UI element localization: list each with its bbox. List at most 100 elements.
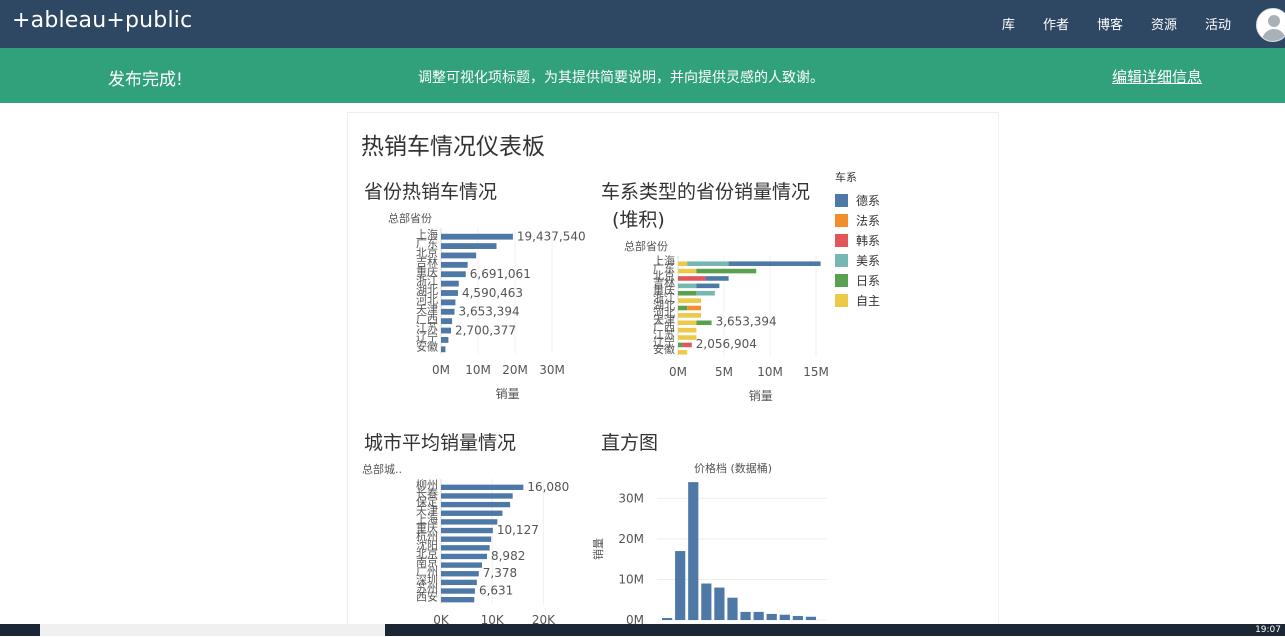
panel-title-city-avg: 城市平均销量情况 <box>364 432 517 454</box>
x-tick-label: 0M <box>432 363 450 377</box>
dimension-header: 总部城.. <box>362 462 402 476</box>
taskbar-clock: 19:07 <box>1255 625 1281 635</box>
bar-segment <box>696 320 712 326</box>
nav-link-resources[interactable]: 资源 <box>1151 14 1177 33</box>
bar <box>441 280 459 287</box>
x-tick-label: 10M <box>757 365 783 379</box>
bar-segment <box>696 283 720 289</box>
legend-label: 韩系 <box>856 233 881 248</box>
histogram-chart[interactable]: 价格档 (数据桶)0M10M20M30M销量 <box>588 458 833 637</box>
category-label: 安徽 <box>653 342 675 356</box>
legend-label: 美系 <box>856 253 881 268</box>
legend-item[interactable]: 德系 <box>835 190 895 210</box>
tableau-public-logo[interactable]: +ableau+public <box>12 8 192 33</box>
bar <box>441 510 503 516</box>
histogram-bar <box>766 613 777 620</box>
bar <box>441 252 477 259</box>
bar-segment <box>678 335 697 340</box>
bar-segment <box>696 290 715 296</box>
histogram-bar <box>740 611 751 620</box>
bar <box>441 484 524 491</box>
x-axis-label: 销量 <box>749 389 773 403</box>
province-sales-bar-chart[interactable]: 总部省份0M 10M 20M 30M上海 19,437,540广东北京吉林重庆 6,691… <box>348 211 588 411</box>
nav-link-events[interactable]: 活动 <box>1205 14 1231 33</box>
series-stacked-bar-chart[interactable]: 总部省份0M 5M 10M 15M上海广东北京吉林重庆浙江湖北河北天津 3,653,39… <box>588 239 833 411</box>
panel-title-histogram: 直方图 <box>601 432 659 454</box>
data-label: 16,080 <box>527 480 569 494</box>
publish-complete-text: 发布完成! <box>108 70 183 90</box>
bar <box>441 501 511 508</box>
legend-item[interactable]: 日系 <box>835 270 895 290</box>
x-tick-label: 10M <box>465 363 491 377</box>
nav-link-library[interactable]: 库 <box>1002 14 1015 33</box>
bar-segment <box>678 268 697 274</box>
city-avg-bar-chart[interactable]: 总部城..0K 10K 20K柳州 16,080长春保定天津上海重庆 10,127杭州沈… <box>348 462 588 637</box>
legend-swatch <box>835 293 848 307</box>
x-tick-label: 15M <box>803 365 829 379</box>
publish-hint-text: 调整可视化项标题，为其提供简要说明，并向提供灵感的人致谢。 <box>418 70 824 86</box>
bar-segment <box>687 261 729 266</box>
bar-segment <box>687 305 701 311</box>
dashboard-title: 热销车情况仪表板 <box>361 134 545 160</box>
bar-segment <box>678 313 701 318</box>
bar <box>441 327 451 334</box>
bar <box>441 553 487 560</box>
legend-swatch <box>835 233 848 247</box>
legend-swatch <box>835 213 848 227</box>
x-tick-label: 20M <box>502 363 528 377</box>
user-avatar-icon[interactable] <box>1256 8 1285 42</box>
avatar-head <box>1268 15 1280 27</box>
legend-item[interactable]: 法系 <box>835 210 895 230</box>
bar <box>441 299 456 306</box>
data-label: 7,378 <box>483 566 517 580</box>
panel-title-series-stacked-sub: (堆积) <box>612 209 665 231</box>
nav-link-blog[interactable]: 博客 <box>1097 14 1123 33</box>
histogram-bar <box>662 617 673 620</box>
bar <box>441 290 458 296</box>
data-label: 8,982 <box>491 549 525 563</box>
data-label: 2,700,377 <box>455 323 516 337</box>
bar-segment <box>678 276 706 281</box>
bar-segment <box>696 268 757 274</box>
nav-link-authors[interactable]: 作者 <box>1043 14 1069 33</box>
data-label: 6,691,061 <box>470 267 531 281</box>
legend-item[interactable]: 美系 <box>835 250 895 270</box>
bar <box>441 519 498 525</box>
y-axis-label: 销量 <box>591 538 605 560</box>
bar-segment <box>682 342 692 348</box>
top-navigation-bar: +ableau+public 库 作者 博客 资源 活动 <box>0 0 1285 48</box>
panel-title-province-sales: 省份热销车情况 <box>364 181 498 203</box>
bar <box>441 337 449 343</box>
bar <box>441 493 513 499</box>
bar-segment <box>678 298 701 303</box>
legend-swatch <box>835 193 848 207</box>
legend-swatch <box>835 253 848 267</box>
nav-links: 库 作者 博客 资源 活动 <box>974 14 1231 33</box>
bar <box>441 527 493 534</box>
y-tick-label: 10M <box>618 572 644 586</box>
histogram-subtitle: 价格档 (数据桶) <box>694 461 772 475</box>
edit-details-link[interactable]: 编辑详细信息 <box>1112 66 1202 87</box>
bar <box>441 261 468 268</box>
data-label: 2,056,904 <box>696 337 757 351</box>
bar <box>441 318 453 325</box>
legend-item[interactable]: 韩系 <box>835 230 895 250</box>
legend-label: 自主 <box>856 293 881 308</box>
data-label: 4,590,463 <box>462 286 523 300</box>
data-label: 19,437,540 <box>517 229 586 243</box>
bar-segment <box>678 320 697 326</box>
histogram-bar <box>688 482 699 620</box>
bar <box>441 233 513 240</box>
histogram-bar <box>701 583 712 620</box>
bar <box>441 308 455 315</box>
bar-segment <box>678 350 688 355</box>
bar-segment <box>678 290 697 296</box>
x-tick-label: 30M <box>539 363 565 377</box>
histogram-bar <box>714 587 725 620</box>
legend-title: 车系 <box>835 171 857 184</box>
legend-item[interactable]: 自主 <box>835 290 895 310</box>
x-tick-label: 5M <box>715 365 733 379</box>
bar <box>441 571 479 577</box>
category-label: 安徽 <box>416 339 438 353</box>
taskbar-search-box[interactable] <box>40 624 385 636</box>
